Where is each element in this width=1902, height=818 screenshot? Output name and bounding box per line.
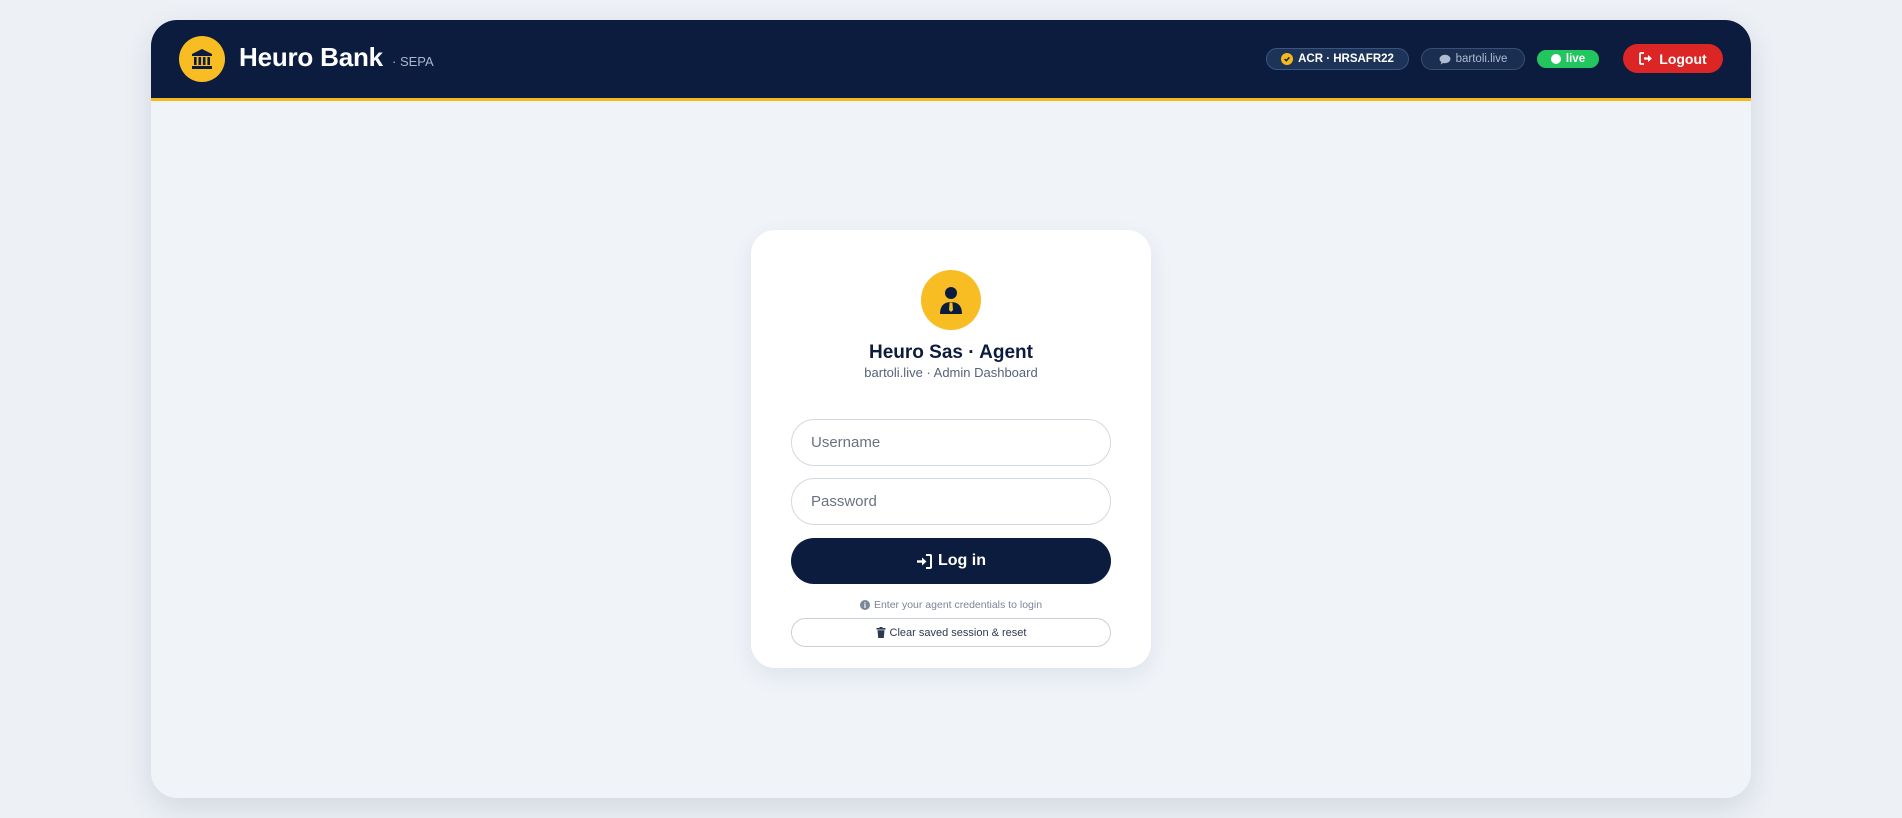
reset-session-label: Clear saved session & reset <box>889 626 1027 639</box>
live-status-label: live <box>1565 53 1586 65</box>
brand-name: Heuro Bank <box>239 42 383 72</box>
check-circle-icon <box>1281 53 1294 65</box>
comment-icon <box>1439 54 1451 64</box>
login-title: Heuro Sas · Agent <box>869 342 1033 363</box>
trash-icon <box>876 627 886 638</box>
login-card: Heuro Sas · Agent bartoli.live · Admin D… <box>751 230 1151 668</box>
bank-icon <box>192 49 212 69</box>
sign-in-icon <box>917 553 932 569</box>
live-status-badge: live <box>1537 50 1599 68</box>
agent-avatar <box>921 270 981 330</box>
app-frame: Heuro Bank · SEPA ACR · HRSAFR22 bartoli… <box>151 20 1751 798</box>
reset-session-button[interactable]: Clear saved session & reset <box>791 618 1111 647</box>
login-button[interactable]: Log in <box>791 538 1111 584</box>
info-circle-icon: i <box>859 600 870 610</box>
login-hint-text: Enter your agent credentials to login <box>873 599 1043 611</box>
logout-label: Logout <box>1659 50 1707 67</box>
domain-badge-label: bartoli.live <box>1455 53 1508 65</box>
login-hint: i Enter your agent credentials to login <box>751 599 1151 611</box>
user-tie-icon <box>940 287 962 314</box>
brand-logo <box>179 36 225 82</box>
acr-badge-label: ACR · HRSAFR22 <box>1298 53 1394 65</box>
top-navbar: Heuro Bank · SEPA ACR · HRSAFR22 bartoli… <box>151 20 1751 101</box>
username-input[interactable] <box>791 419 1111 466</box>
domain-badge: bartoli.live <box>1421 48 1525 70</box>
sign-out-icon <box>1639 52 1653 65</box>
password-input[interactable] <box>791 478 1111 525</box>
login-subtitle: bartoli.live · Admin Dashboard <box>864 365 1038 380</box>
logout-button[interactable]: Logout <box>1623 44 1723 73</box>
login-button-label: Log in <box>938 552 986 569</box>
acr-badge: ACR · HRSAFR22 <box>1266 48 1409 70</box>
dot-icon <box>1550 54 1561 64</box>
brand-subtitle: · SEPA <box>392 54 434 69</box>
